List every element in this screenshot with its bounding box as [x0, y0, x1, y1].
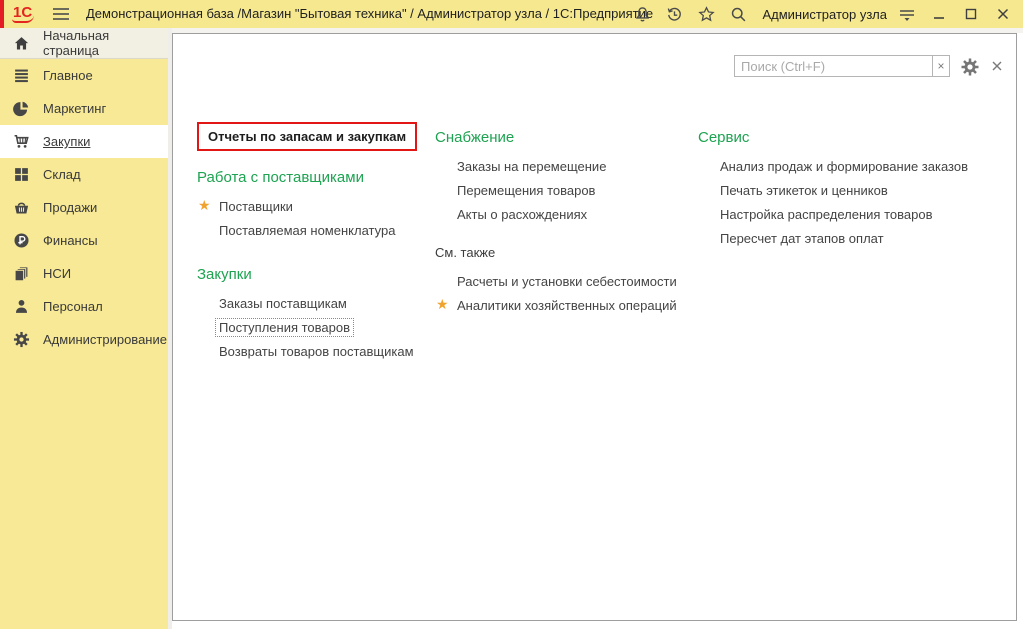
close-window-button[interactable]: [991, 3, 1015, 25]
sidebar-item-nsi[interactable]: НСИ: [0, 257, 168, 290]
current-user-label: Администратор узла: [762, 7, 887, 22]
panel-column-1: Отчеты по запасам и закупкам Работа с по…: [197, 122, 437, 363]
command-link[interactable]: Акты о расхождениях: [435, 202, 697, 226]
history-icon[interactable]: [663, 3, 685, 25]
sidebar-item-personal[interactable]: Персонал: [0, 290, 168, 323]
command-link[interactable]: Расчеты и установки себестоимости: [435, 269, 697, 293]
command-link[interactable]: ★ Аналитики хозяйственных операций: [435, 293, 697, 317]
gear-icon: [13, 331, 30, 348]
maximize-button[interactable]: [959, 3, 983, 25]
global-search-icon[interactable]: [727, 3, 749, 25]
favorite-star-icon: ★: [198, 198, 211, 212]
pie-chart-icon: [13, 100, 30, 117]
see-also-header: См. также: [435, 244, 697, 261]
sidebar-item-label: Склад: [43, 167, 81, 182]
sidebar-item-label: Администрирование: [43, 332, 167, 347]
stacked-documents-icon: [13, 265, 30, 282]
command-link[interactable]: Возвраты товаров поставщикам: [197, 339, 437, 363]
section-header: Закупки: [197, 266, 437, 283]
command-link[interactable]: Поставляемая номенклатура: [197, 218, 437, 242]
search-clear-button[interactable]: ×: [932, 55, 950, 77]
command-link[interactable]: Заказы на перемещение: [435, 154, 697, 178]
home-icon: [13, 35, 30, 52]
functions-panel: × Отчеты по запасам и закупкам Работа с …: [172, 33, 1017, 621]
sidebar-item-finansy[interactable]: Финансы: [0, 224, 168, 257]
window-title: Демонстрационная база /Магазин "Бытовая …: [86, 0, 653, 28]
brand-red-stripe: [0, 0, 4, 28]
panel-column-3: Сервис Анализ продаж и формирование зака…: [698, 129, 1008, 250]
favorites-star-icon[interactable]: [695, 3, 717, 25]
sidebar-item-label: Финансы: [43, 233, 98, 248]
sidebar-item-label: Закупки: [43, 134, 90, 149]
section-header: Сервис: [698, 129, 1008, 146]
basket-icon: [13, 199, 30, 216]
notifications-bell-icon[interactable]: [631, 3, 653, 25]
panel-settings-gear-icon[interactable]: [960, 57, 980, 77]
favorite-star-icon: ★: [436, 297, 449, 311]
person-icon: [13, 298, 30, 315]
sidebar-item-sklad[interactable]: Склад: [0, 158, 168, 191]
minimize-button[interactable]: [927, 3, 951, 25]
sidebar-item-label: Продажи: [43, 200, 97, 215]
shopping-cart-icon: [13, 133, 30, 150]
sidebar: Начальная страница Главное Маркетинг Зак…: [0, 28, 168, 629]
panel-search: ×: [734, 55, 950, 77]
featured-report-link-highlight[interactable]: Отчеты по запасам и закупкам: [197, 122, 417, 151]
section-header: Работа с поставщиками: [197, 169, 437, 186]
command-link[interactable]: Анализ продаж и формирование заказов: [698, 154, 1008, 178]
1c-logo: 1С: [12, 4, 34, 23]
section-header: Снабжение: [435, 129, 697, 146]
sidebar-item-label: Персонал: [43, 299, 103, 314]
sidebar-item-zakupki[interactable]: Закупки: [0, 125, 168, 158]
command-link[interactable]: Настройка распределения товаров: [698, 202, 1008, 226]
command-link[interactable]: ★ Поставщики: [197, 194, 437, 218]
sidebar-item-label: НСИ: [43, 266, 71, 281]
sidebar-item-marketing[interactable]: Маркетинг: [0, 92, 168, 125]
main-menu-icon[interactable]: [52, 6, 70, 22]
command-link[interactable]: Пересчет дат этапов оплат: [698, 226, 1008, 250]
sidebar-item-label: Маркетинг: [43, 101, 106, 116]
sidebar-item-prodazhi[interactable]: Продажи: [0, 191, 168, 224]
window-titlebar: 1С Демонстрационная база /Магазин "Бытов…: [0, 0, 1023, 28]
sidebar-item-administrirovanie[interactable]: Администрирование: [0, 323, 168, 356]
sidebar-item-label: Начальная страница: [43, 28, 168, 58]
panel-column-2: Снабжение Заказы на перемещение Перемеще…: [435, 129, 697, 317]
sidebar-item-label: Главное: [43, 68, 93, 83]
command-link-focused[interactable]: Поступления товаров: [197, 315, 437, 339]
list-lines-icon: [13, 67, 30, 84]
boxes-grid-icon: [13, 166, 30, 183]
command-link[interactable]: Заказы поставщикам: [197, 291, 437, 315]
panel-close-icon[interactable]: [990, 59, 1004, 73]
ruble-coin-icon: [13, 232, 30, 249]
command-link[interactable]: Перемещения товаров: [435, 178, 697, 202]
service-menu-icon[interactable]: [896, 3, 918, 25]
search-input[interactable]: [734, 55, 932, 77]
sidebar-item-glavnoe[interactable]: Главное: [0, 59, 168, 92]
sidebar-item-home[interactable]: Начальная страница: [0, 28, 168, 59]
command-link[interactable]: Печать этикеток и ценников: [698, 178, 1008, 202]
